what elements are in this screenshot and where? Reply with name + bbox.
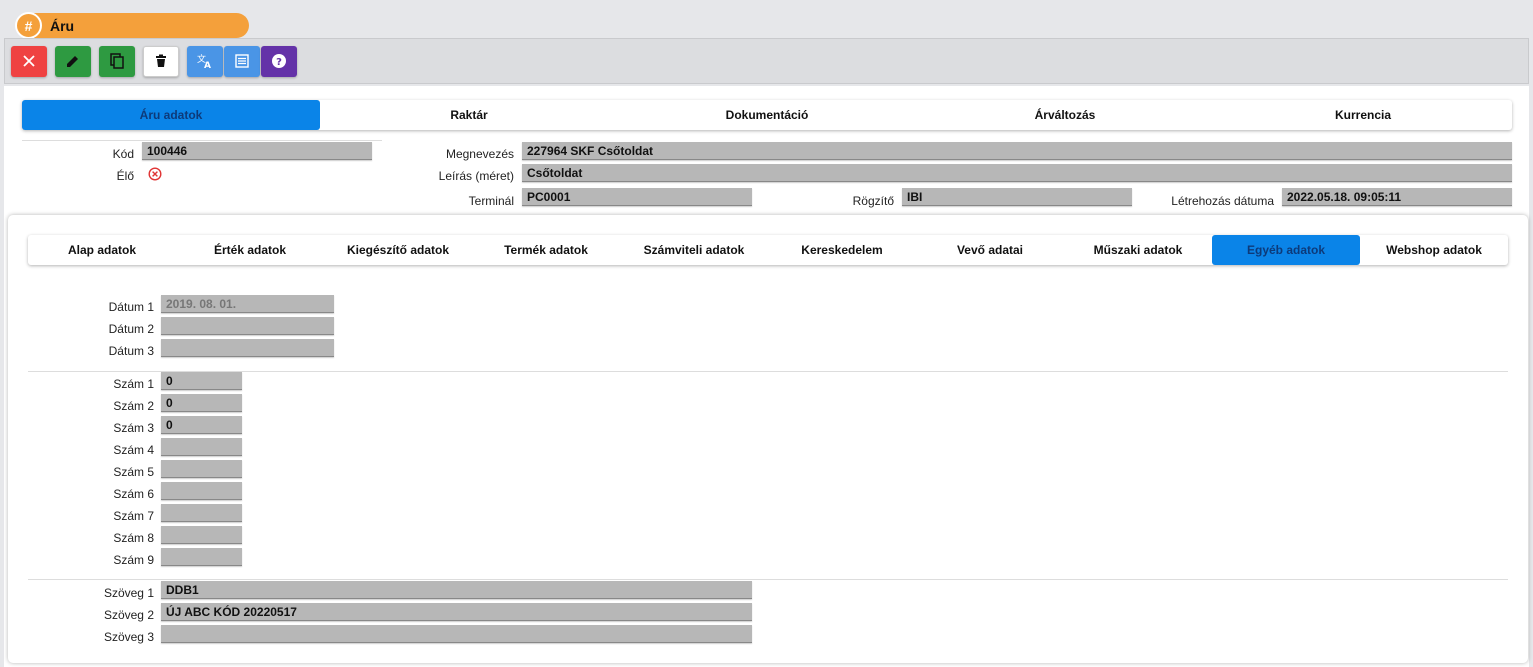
kod-field[interactable]: 100446 [142, 142, 372, 160]
szam-1-field[interactable]: 0 [161, 372, 242, 390]
translate-button[interactable]: 文A [187, 45, 223, 77]
tab-termek-adatok[interactable]: Termék adatok [472, 235, 620, 265]
delete-button[interactable] [143, 45, 179, 77]
szoveg-3-field[interactable] [161, 625, 752, 643]
szam-4-label: Szám 4 [113, 443, 154, 457]
close-icon [23, 55, 35, 67]
svg-text:A: A [204, 61, 211, 70]
divider [28, 579, 1508, 580]
tab-webshop-adatok[interactable]: Webshop adatok [1360, 235, 1508, 265]
szam-4-field[interactable] [161, 438, 242, 456]
szam-2-label: Szám 2 [113, 399, 154, 413]
svg-text:?: ? [276, 57, 282, 68]
edit-button[interactable] [55, 45, 91, 77]
window-title: Áru [50, 17, 75, 34]
szam-5-field[interactable] [161, 460, 242, 478]
szam-6-field[interactable] [161, 482, 242, 500]
inactive-x-circle-icon[interactable] [148, 167, 162, 181]
kod-label: Kód [112, 147, 134, 161]
close-button[interactable] [11, 45, 47, 77]
megnevezes-field[interactable]: 227964 SKF Csőtoldat [522, 142, 1512, 160]
tab-egyeb-adatok[interactable]: Egyéb adatok [1212, 235, 1360, 265]
toolbar: 文A ? [4, 38, 1529, 84]
tab-aru-adatok[interactable]: Áru adatok [22, 100, 320, 130]
datum-1-label: Dátum 1 [108, 300, 154, 314]
szam-8-label: Szám 8 [113, 531, 154, 545]
details-card: Alap adatok Érték adatok Kiegészítő adat… [8, 215, 1528, 663]
tab-ertek-adatok[interactable]: Érték adatok [176, 235, 324, 265]
terminal-label: Terminál [468, 194, 514, 208]
translate-icon: 文A [197, 53, 211, 70]
tab-muszaki-adatok[interactable]: Műszaki adatok [1064, 235, 1212, 265]
letrehozas-field[interactable]: 2022.05.18. 09:05:11 [1282, 188, 1512, 206]
tab-kiegeszito-adatok[interactable]: Kiegészítő adatok [324, 235, 472, 265]
szam-3-label: Szám 3 [113, 421, 154, 435]
trash-icon [156, 54, 166, 67]
hash-icon: # [15, 12, 42, 39]
szam-6-label: Szám 6 [113, 487, 154, 501]
szam-3-field[interactable]: 0 [161, 416, 242, 434]
main-panel: Áru adatok Raktár Dokumentáció Árváltozá… [4, 86, 1529, 667]
megnevezes-label: Megnevezés [445, 147, 514, 161]
szoveg-2-label: Szöveg 2 [103, 608, 154, 622]
rogzito-field[interactable]: IBI [902, 188, 1132, 206]
datum-1-field[interactable]: 2019. 08. 01. [161, 295, 334, 313]
letrehozas-label: Létrehozás dátuma [1171, 194, 1274, 208]
leiras-label: Leírás (méret) [438, 169, 514, 183]
szoveg-3-label: Szöveg 3 [103, 630, 154, 644]
list-icon [235, 54, 249, 68]
rogzito-label: Rögzítő [852, 194, 894, 208]
tab-alap-adatok[interactable]: Alap adatok [28, 235, 176, 265]
szam-9-field[interactable] [161, 548, 242, 566]
list-button[interactable] [224, 45, 260, 77]
elo-label: Élő [116, 169, 134, 183]
szam-1-label: Szám 1 [113, 377, 154, 391]
szam-7-label: Szám 7 [113, 509, 154, 523]
help-icon: ? [272, 54, 286, 68]
pencil-icon [67, 56, 78, 67]
tab-kurrencia[interactable]: Kurrencia [1214, 100, 1512, 130]
top-tab-bar: Áru adatok Raktár Dokumentáció Árváltozá… [22, 100, 1512, 130]
tab-szamviteli-adatok[interactable]: Számviteli adatok [620, 235, 768, 265]
datum-3-field[interactable] [161, 339, 334, 357]
copy-icon [110, 53, 124, 69]
datum-3-label: Dátum 3 [108, 344, 154, 358]
szoveg-1-label: Szöveg 1 [103, 586, 154, 600]
szoveg-1-field[interactable]: DDB1 [161, 581, 752, 599]
terminal-field[interactable]: PC0001 [522, 188, 752, 206]
datum-2-label: Dátum 2 [108, 322, 154, 336]
translate-list-group: 文A ? [187, 45, 297, 77]
szam-7-field[interactable] [161, 504, 242, 522]
tab-vevo-adatai[interactable]: Vevő adatai [916, 235, 1064, 265]
divider [22, 140, 382, 141]
copy-button[interactable] [99, 45, 135, 77]
tab-arvaltozas[interactable]: Árváltozás [916, 100, 1214, 130]
divider [28, 371, 1508, 372]
szam-8-field[interactable] [161, 526, 242, 544]
datum-2-field[interactable] [161, 317, 334, 335]
szam-9-label: Szám 9 [113, 553, 154, 567]
leiras-field[interactable]: Csőtoldat [522, 164, 1512, 182]
szam-2-field[interactable]: 0 [161, 394, 242, 412]
inner-tab-bar: Alap adatok Érték adatok Kiegészítő adat… [28, 235, 1508, 265]
szam-5-label: Szám 5 [113, 465, 154, 479]
tab-dokumentacio[interactable]: Dokumentáció [618, 100, 916, 130]
szoveg-2-field[interactable]: ÚJ ABC KÓD 20220517 [161, 603, 752, 621]
tab-kereskedelem[interactable]: Kereskedelem [768, 235, 916, 265]
help-button[interactable]: ? [261, 45, 297, 77]
window-title-bar: # Áru [15, 12, 249, 39]
tab-raktar[interactable]: Raktár [320, 100, 618, 130]
